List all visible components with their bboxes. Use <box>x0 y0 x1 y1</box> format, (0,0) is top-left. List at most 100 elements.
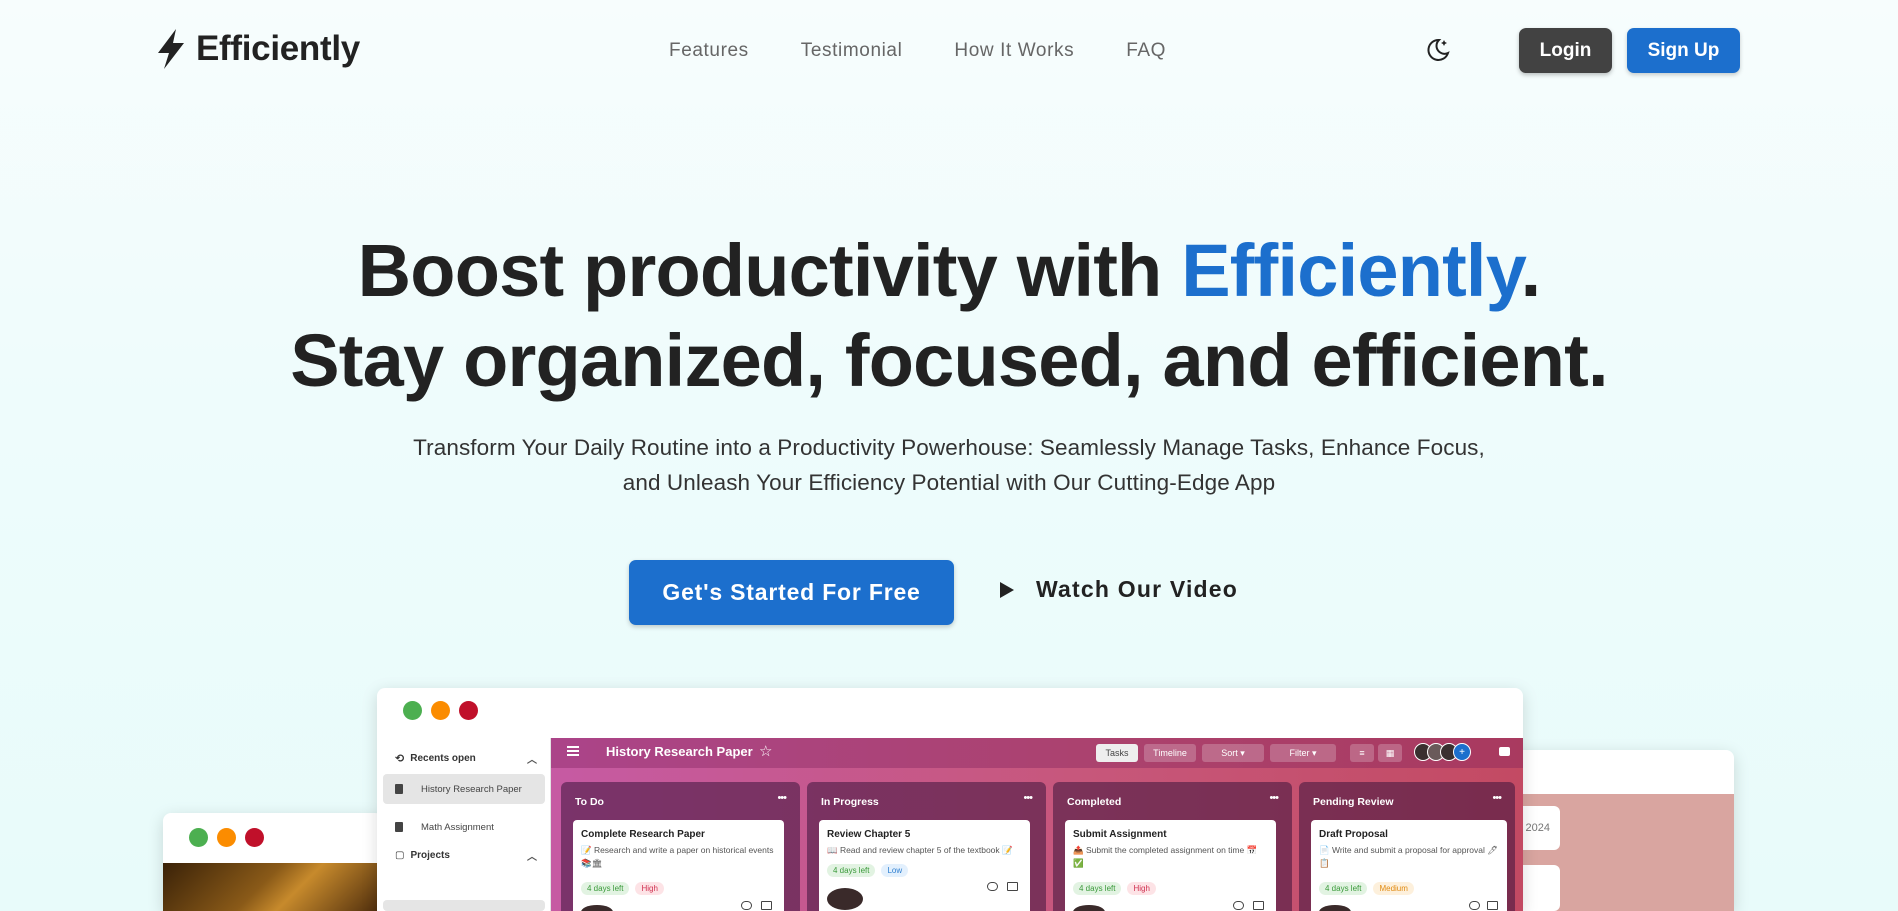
window-dot-green-icon <box>403 701 422 720</box>
more-icon[interactable]: ••• <box>1492 792 1502 804</box>
column-title: To Do <box>575 796 604 808</box>
more-icon[interactable]: ••• <box>777 792 787 804</box>
window-controls <box>403 701 478 720</box>
assignee-avatar <box>581 905 613 911</box>
task-card[interactable]: Submit Assignment 📤 Submit the completed… <box>1065 820 1276 911</box>
card-description: 📖 Read and review chapter 5 of the textb… <box>827 845 1013 855</box>
watch-video-label: Watch Our Video <box>1036 576 1239 602</box>
book-icon <box>395 822 403 832</box>
login-button[interactable]: Login <box>1519 28 1612 73</box>
column-title: In Progress <box>821 796 879 808</box>
eye-icon[interactable] <box>1469 901 1480 910</box>
due-badge: 4 days left <box>827 864 876 877</box>
sidebar-item-history[interactable]: History Research Paper <box>383 774 545 804</box>
comment-icon[interactable] <box>1487 901 1498 910</box>
window-controls <box>189 828 264 847</box>
projects-header[interactable]: ▢ Projects ︿ <box>395 850 537 863</box>
tab-tasks[interactable]: Tasks <box>1096 744 1138 762</box>
column-completed: Completed ••• Submit Assignment 📤 Submit… <box>1053 782 1292 911</box>
hero-title-accent: Efficiently <box>1181 229 1521 312</box>
kanban-board: History Research Paper ☆ Tasks Timeline … <box>551 738 1523 911</box>
preview-window-left <box>163 813 383 911</box>
app-sidebar: ⟲ Recents open ︿ History Research Paper … <box>377 738 551 911</box>
assignee-avatar <box>827 888 863 910</box>
sidebar-item-project[interactable] <box>383 900 545 911</box>
task-card[interactable]: Complete Research Paper 📝 Research and w… <box>573 820 784 911</box>
column-title: Pending Review <box>1313 796 1394 808</box>
card-title: Review Chapter 5 <box>827 829 911 840</box>
tab-timeline[interactable]: Timeline <box>1144 744 1196 762</box>
due-badge: 4 days left <box>1319 882 1368 895</box>
brand-logo[interactable]: Efficiently <box>154 28 360 70</box>
signup-button[interactable]: Sign Up <box>1627 28 1740 73</box>
hero-title-line-1: Boost productivity with Efficiently. <box>357 229 1541 312</box>
nav-link-how-it-works[interactable]: How It Works <box>954 40 1074 62</box>
nav-link-faq[interactable]: FAQ <box>1126 40 1166 62</box>
filter-button[interactable]: Filter ▾ <box>1270 744 1336 762</box>
hero-subtitle-line-1: Transform Your Daily Routine into a Prod… <box>413 435 1485 460</box>
hero-title-line-2: Stay organized, focused, and efficient. <box>290 319 1608 402</box>
window-dot-orange-icon <box>431 701 450 720</box>
app-preview-window: ⟲ Recents open ︿ History Research Paper … <box>377 688 1523 911</box>
more-icon[interactable]: ••• <box>1269 792 1279 804</box>
priority-badge: Medium <box>1373 882 1414 895</box>
due-badge: 4 days left <box>581 882 630 895</box>
more-icon[interactable]: ••• <box>1023 792 1033 804</box>
column-title: Completed <box>1067 796 1122 808</box>
task-card[interactable]: Review Chapter 5 📖 Read and review chapt… <box>819 820 1030 911</box>
column-in-progress: In Progress ••• Review Chapter 5 📖 Read … <box>807 782 1046 911</box>
chevron-up-icon: ︿ <box>527 755 537 766</box>
preview-photo <box>163 863 383 911</box>
watch-video-button[interactable]: Watch Our Video <box>1000 576 1238 603</box>
priority-badge: Low <box>881 864 909 877</box>
column-pending-review: Pending Review ••• Draft Proposal 📄 Writ… <box>1299 782 1515 911</box>
comment-icon[interactable] <box>1253 901 1264 910</box>
recents-header[interactable]: ⟲ Recents open ︿ <box>395 752 537 766</box>
priority-badge: High <box>1127 882 1156 895</box>
card-title: Draft Proposal <box>1319 829 1388 840</box>
add-member-icon[interactable]: + <box>1453 743 1471 761</box>
hero-subtitle-line-2: and Unleash Your Efficiency Potential wi… <box>622 470 1276 495</box>
member-avatars[interactable]: + <box>1414 743 1471 761</box>
card-description: 📝 Research and write a paper on historic… <box>581 845 774 868</box>
preview-window-right: 2024 <box>1510 750 1734 911</box>
comment-icon[interactable] <box>761 901 772 910</box>
chat-icon[interactable] <box>1499 747 1510 756</box>
card-description: 📄 Write and submit a proposal for approv… <box>1319 845 1499 868</box>
history-icon: ⟲ <box>395 753 405 765</box>
card-tags: 4 days left High <box>1073 882 1156 895</box>
list-view-icon[interactable]: ≡ <box>1350 744 1374 762</box>
assignee-avatar <box>1073 905 1105 911</box>
window-dot-orange-icon <box>217 828 236 847</box>
comment-icon[interactable] <box>1007 882 1018 891</box>
grid-view-icon[interactable]: ▦ <box>1378 744 1402 762</box>
card-title: Submit Assignment <box>1073 829 1167 840</box>
dark-mode-moon-icon[interactable] <box>1424 36 1452 64</box>
card-description: 📤 Submit the completed assignment on tim… <box>1073 845 1258 868</box>
brand-name: Efficiently <box>196 29 360 68</box>
eye-icon[interactable] <box>741 901 752 910</box>
task-card[interactable]: Draft Proposal 📄 Write and submit a prop… <box>1311 820 1507 911</box>
due-badge: 4 days left <box>1073 882 1122 895</box>
star-icon[interactable]: ☆ <box>759 742 772 760</box>
window-dot-red-icon <box>245 828 264 847</box>
get-started-button[interactable]: Get's Started For Free <box>629 560 954 625</box>
nav-link-testimonial[interactable]: Testimonial <box>801 40 903 62</box>
projects-icon: ▢ <box>395 850 405 861</box>
sort-button[interactable]: Sort ▾ <box>1202 744 1264 762</box>
assignee-avatar <box>1319 905 1351 911</box>
nav-link-features[interactable]: Features <box>669 40 749 62</box>
eye-icon[interactable] <box>987 882 998 891</box>
window-dot-green-icon <box>189 828 208 847</box>
eye-icon[interactable] <box>1233 901 1244 910</box>
card-tags: 4 days left Low <box>827 864 909 877</box>
nav-links: Features Testimonial How It Works FAQ <box>669 40 1166 62</box>
menu-icon[interactable] <box>567 746 579 756</box>
board-header: History Research Paper ☆ Tasks Timeline … <box>551 738 1523 768</box>
book-icon <box>395 784 403 794</box>
board-title: History Research Paper <box>606 744 753 759</box>
card-tags: 4 days left Medium <box>1319 882 1414 895</box>
lightning-bolt-icon <box>158 29 184 69</box>
sidebar-item-math[interactable]: Math Assignment <box>383 812 545 842</box>
window-dot-red-icon <box>459 701 478 720</box>
